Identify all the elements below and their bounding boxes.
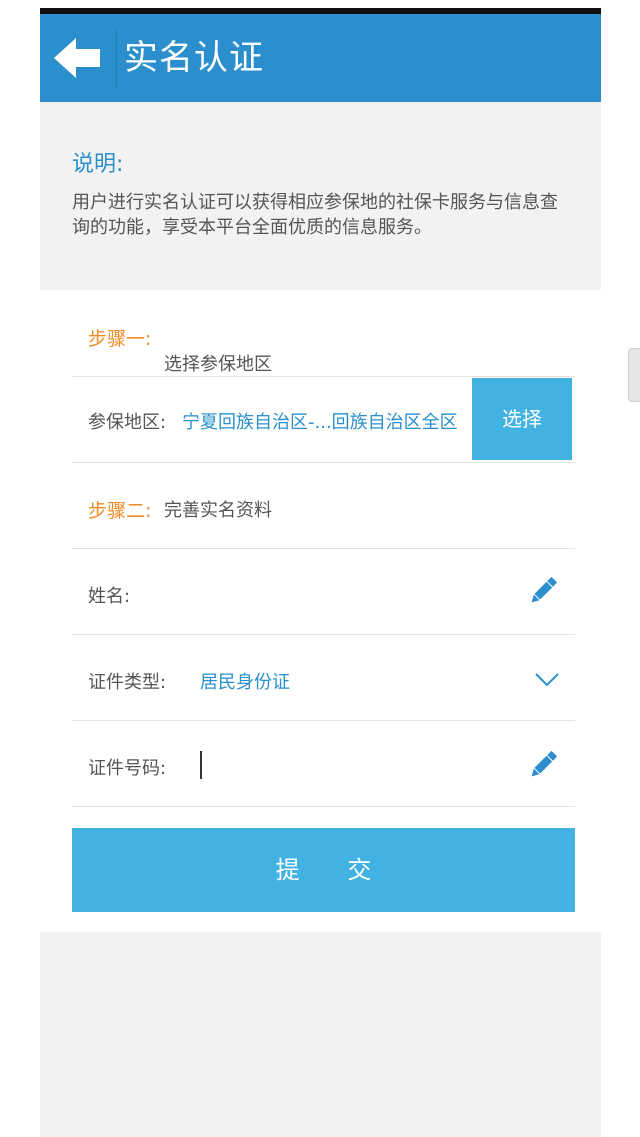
id-type-value[interactable]: 居民身份证 xyxy=(200,668,290,694)
app-bar: 实名认证 xyxy=(40,14,601,102)
region-label: 参保地区: xyxy=(88,412,167,433)
edit-id-number-button[interactable] xyxy=(526,748,560,782)
arrow-left-icon xyxy=(54,38,100,78)
app-bar-divider xyxy=(116,28,117,90)
region-value[interactable]: 宁夏回族自治区-...回族自治区全区 xyxy=(182,408,470,434)
name-label: 姓名: xyxy=(88,586,131,607)
row-divider xyxy=(72,806,575,807)
submit-button[interactable]: 提 交 xyxy=(72,828,575,912)
back-button[interactable] xyxy=(50,30,106,86)
pencil-icon xyxy=(531,576,558,603)
row-divider xyxy=(72,634,575,635)
id-type-label: 证件类型: xyxy=(88,672,167,693)
id-number-input[interactable] xyxy=(206,754,516,782)
step1-label: 步骤一: xyxy=(88,328,152,350)
step1-instruction: 选择参保地区 xyxy=(164,354,272,375)
description-panel: 说明: 用户进行实名认证可以获得相应参保地的社保卡服务与信息查询的功能，享受本平… xyxy=(40,116,601,290)
row-divider xyxy=(72,720,575,721)
text-cursor xyxy=(200,751,202,779)
description-title: 说明: xyxy=(72,152,124,177)
pencil-icon xyxy=(531,750,558,777)
description-text: 用户进行实名认证可以获得相应参保地的社保卡服务与信息查询的功能，享受本平台全面优… xyxy=(72,192,558,238)
id-number-label: 证件号码: xyxy=(88,758,167,779)
side-handle[interactable] xyxy=(628,348,640,402)
chevron-down-icon xyxy=(535,673,559,687)
row-divider xyxy=(72,462,575,463)
row-divider xyxy=(72,376,575,377)
form-card: 步骤一: 选择参保地区 参保地区: 宁夏回族自治区-...回族自治区全区 选择 … xyxy=(40,290,601,932)
step2-label: 步骤二: xyxy=(88,500,152,522)
name-input[interactable] xyxy=(200,582,520,610)
edit-name-button[interactable] xyxy=(526,574,560,608)
select-region-button[interactable]: 选择 xyxy=(472,378,572,460)
page-title: 实名认证 xyxy=(124,38,264,78)
id-type-dropdown[interactable] xyxy=(534,668,560,690)
step2-instruction: 完善实名资料 xyxy=(164,500,272,521)
row-divider xyxy=(72,548,575,549)
